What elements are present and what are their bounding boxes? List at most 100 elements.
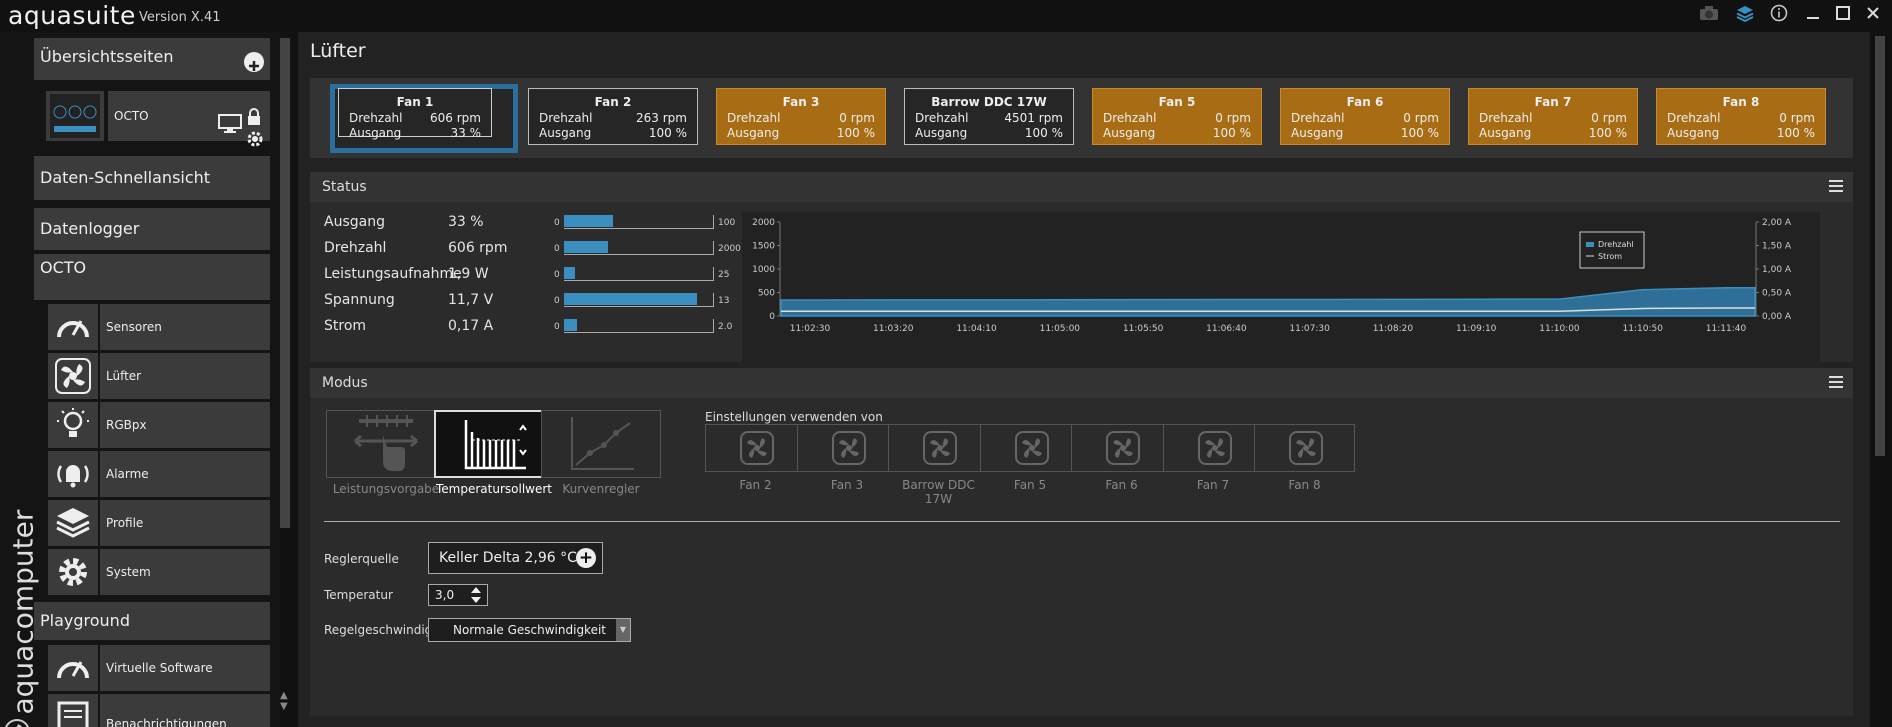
- mode-menu-icon[interactable]: [1829, 376, 1843, 388]
- fan-card-1-inner: Fan 1 Drehzahl 606 rpm Ausgang 33 %: [338, 88, 492, 140]
- x-tick: 11:10:50: [1623, 324, 1664, 334]
- add-source-icon[interactable]: +: [576, 548, 596, 568]
- status-bar: [564, 293, 714, 307]
- status-label: Drehzahl: [324, 240, 387, 256]
- fan-card-3[interactable]: Fan 3 Drehzahl 0 rpm Ausgang 100 %: [716, 88, 886, 145]
- device-thumbnail[interactable]: [46, 91, 104, 141]
- add-page-icon[interactable]: [244, 52, 264, 72]
- legend-label-drehzahl: Drehzahl: [1598, 240, 1634, 249]
- y-right-tick: 2,00 A: [1762, 218, 1792, 228]
- status-value: 1,9 W: [448, 266, 489, 282]
- x-tick: 11:03:20: [873, 324, 914, 334]
- page-title: Lüfter: [310, 40, 366, 62]
- use-settings-fan-button[interactable]: [1162, 424, 1264, 472]
- fan-name: Fan 2: [594, 95, 632, 109]
- regler-source-selector[interactable]: Keller Delta 2,96 °C +: [428, 542, 603, 574]
- sidebar-item-alarms[interactable]: Alarme: [100, 451, 270, 497]
- monitor-icon: [218, 105, 242, 155]
- fan-card-2[interactable]: Fan 2 Drehzahl 263 rpm Ausgang 100 %: [528, 88, 698, 145]
- fan-card-8[interactable]: Fan 8 Drehzahl 0 rpm Ausgang 100 %: [1656, 88, 1826, 145]
- fan-card-6[interactable]: Fan 6 Drehzahl 0 rpm Ausgang 100 %: [1280, 88, 1450, 145]
- app-version: Version X.41: [139, 10, 221, 25]
- fan-name: Barrow DDC 17W: [931, 95, 1047, 109]
- mode-panel-header: Modus: [310, 368, 1853, 398]
- sidebar-item-sensors[interactable]: Sensoren: [100, 304, 270, 350]
- status-bar-min: 0: [554, 270, 560, 280]
- fan-icon: [48, 353, 98, 399]
- fan-output-label: Ausgang: [1479, 126, 1532, 140]
- sidebar-quick-view[interactable]: Daten-Schnellansicht: [34, 156, 270, 200]
- title-bar: aquasuite Version X.41: [0, 0, 1892, 32]
- main-scrollbar[interactable]: [1875, 36, 1885, 456]
- x-tick: 11:05:50: [1123, 324, 1164, 334]
- device-page-item[interactable]: OCTO: [108, 91, 270, 147]
- maximize-icon[interactable]: [1830, 4, 1856, 28]
- use-settings-label: Einstellungen verwenden von: [705, 410, 883, 424]
- fan-output-label: Ausgang: [1291, 126, 1344, 140]
- chevron-down-icon[interactable]: ▼: [616, 619, 630, 641]
- fan-name: Fan 5: [1158, 95, 1196, 109]
- speed-dropdown[interactable]: Normale Geschwindigkeit ▼: [428, 618, 631, 642]
- sidebar-item-rgbpx[interactable]: RGBpx: [100, 402, 270, 448]
- notifications-icon: [48, 694, 98, 727]
- layers-icon[interactable]: [1732, 4, 1758, 28]
- playground-label: Playground: [40, 611, 130, 630]
- status-bar-fill: [564, 215, 613, 227]
- use-settings-fan-button[interactable]: [1071, 424, 1172, 472]
- y-right-tick: 1,50 A: [1762, 242, 1792, 252]
- fan-output-label: Ausgang: [727, 126, 780, 140]
- temperature-stepper[interactable]: 3,0: [428, 584, 488, 606]
- fan-output-value: 100 %: [648, 126, 687, 140]
- sidebar-scroll-arrows[interactable]: ▲ ▼: [280, 690, 288, 712]
- mode-divider: [324, 521, 1840, 522]
- status-title: Status: [322, 179, 367, 195]
- use-settings-fan-label: Fan 7: [1196, 478, 1230, 492]
- use-settings-fan-label: Fan 6: [1105, 478, 1138, 492]
- fan-speed-value: 0 rpm: [1215, 111, 1251, 125]
- y-right-tick: 1,00 A: [1762, 265, 1792, 275]
- temperature-value: 3,0: [435, 588, 455, 602]
- sidebar-item-fans[interactable]: Lüfter: [100, 353, 270, 399]
- camera-icon[interactable]: [1696, 4, 1722, 28]
- fan-speed-label: Drehzahl: [1103, 111, 1157, 125]
- status-menu-icon[interactable]: [1829, 180, 1843, 192]
- fan-icon: [1289, 431, 1323, 465]
- status-bar-min: 0: [554, 296, 560, 306]
- fan-output-value: 100 %: [1400, 126, 1439, 140]
- sidebar-playground[interactable]: Playground: [34, 602, 270, 640]
- fan-card-5[interactable]: Fan 5 Drehzahl 0 rpm Ausgang 100 %: [1092, 88, 1262, 145]
- use-settings-fan-button[interactable]: [888, 424, 989, 472]
- minimize-icon[interactable]: [1800, 4, 1826, 28]
- mode-power-button[interactable]: [326, 410, 446, 478]
- close-icon[interactable]: [1860, 4, 1886, 28]
- use-settings-fan-button[interactable]: [979, 424, 1081, 472]
- sidebar-data-logger[interactable]: Datenlogger: [34, 208, 270, 250]
- mode-curve-button[interactable]: [541, 410, 661, 478]
- fan-icon: [831, 431, 866, 465]
- legend-label-strom: Strom: [1598, 252, 1622, 261]
- fan-name: Fan 6: [1346, 95, 1384, 109]
- fan-card-7[interactable]: Fan 7 Drehzahl 0 rpm Ausgang 100 %: [1468, 88, 1638, 145]
- stepper-arrows-icon[interactable]: [469, 586, 483, 604]
- mode-setpoint-button[interactable]: [434, 410, 554, 478]
- fan-card-1[interactable]: Fan 1 Drehzahl 606 rpm Ausgang 33 %: [330, 84, 518, 153]
- sidebar-item-notifications[interactable]: Benachrichtigungen: [100, 694, 270, 727]
- sidebar-scrollbar[interactable]: [280, 38, 290, 528]
- fan-icon: [1014, 431, 1049, 465]
- fan-output-value: 100 %: [1212, 126, 1251, 140]
- sidebar-item-virtual-sensors[interactable]: Virtuelle Software Sensoren: [100, 645, 270, 721]
- regler-source-value: Keller Delta 2,96 °C: [439, 550, 577, 566]
- sidebar-overview[interactable]: Übersichtsseiten: [34, 38, 270, 80]
- info-icon[interactable]: [1766, 4, 1792, 28]
- use-settings-fan-button[interactable]: [796, 424, 898, 472]
- sidebar-device-octo[interactable]: OCTO: [34, 254, 270, 300]
- chart-legend: [1579, 231, 1645, 269]
- use-settings-fan-button[interactable]: [1254, 424, 1355, 472]
- sidebar-item-profiles[interactable]: Profile: [100, 500, 270, 546]
- fan-output-value: 100 %: [1588, 126, 1627, 140]
- sidebar-item-system[interactable]: System: [100, 549, 270, 595]
- fan-card-4[interactable]: Barrow DDC 17W Drehzahl 4501 rpm Ausgang…: [904, 88, 1074, 145]
- use-settings-fan-button[interactable]: [705, 424, 806, 472]
- fan-speed-label: Drehzahl: [915, 111, 969, 125]
- x-tick: 11:02:30: [790, 324, 831, 334]
